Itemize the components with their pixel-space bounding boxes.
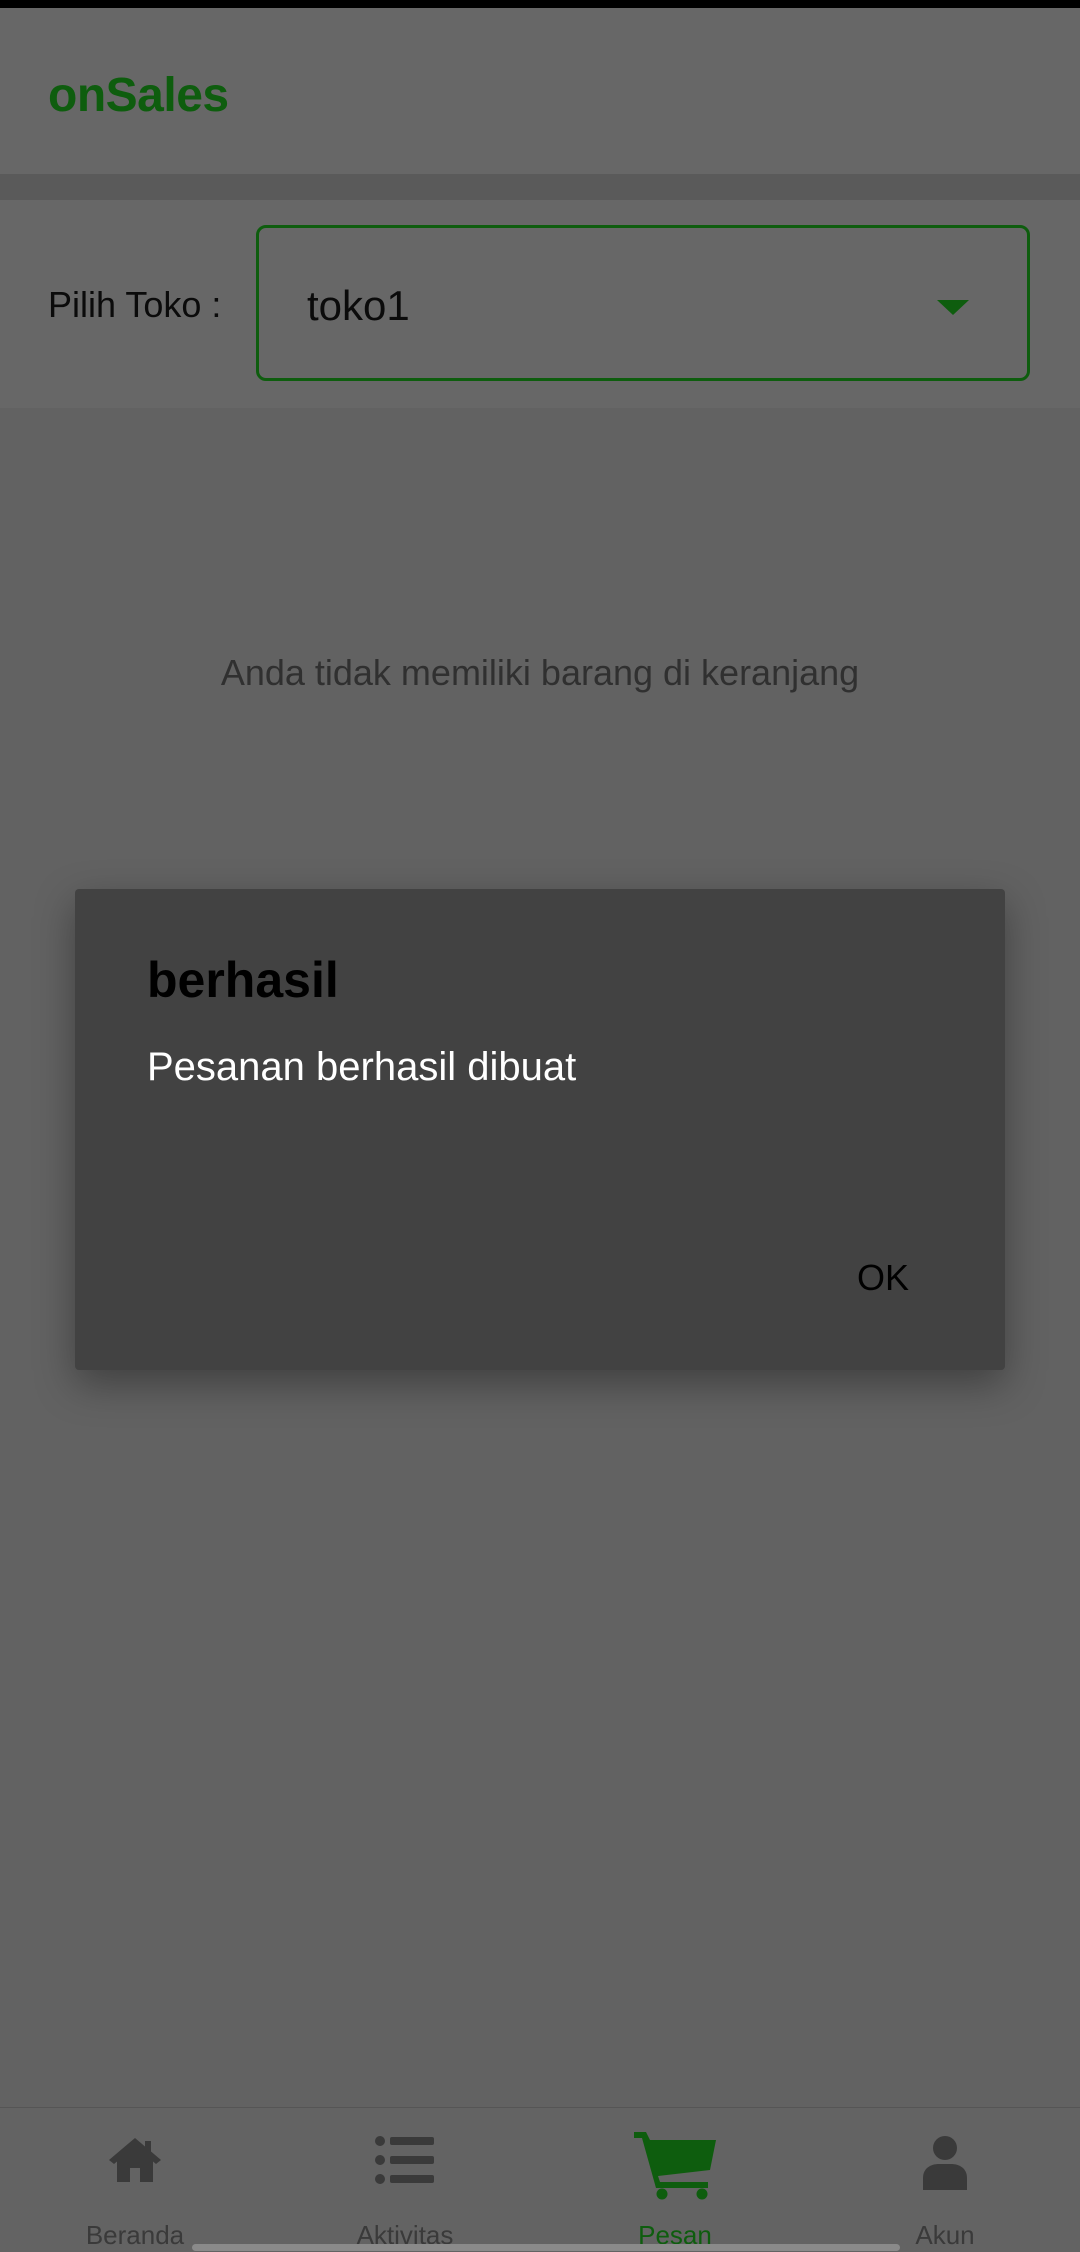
home-icon	[107, 2134, 163, 2191]
nav-item-akun[interactable]: Akun	[810, 2108, 1080, 2252]
app-header: onSales	[0, 8, 1080, 174]
dropdown-arrow-icon	[937, 300, 969, 315]
store-picker-row: Pilih Toko : toko1	[0, 200, 1080, 408]
store-select-value: toko1	[307, 282, 410, 329]
dialog-ok-button[interactable]: OK	[857, 1257, 909, 1299]
list-icon	[374, 2134, 436, 2191]
store-select-dropdown[interactable]: toko1	[256, 225, 1030, 381]
nav-item-beranda[interactable]: Beranda	[0, 2108, 270, 2252]
success-dialog: berhasil Pesanan berhasil dibuat OK	[75, 889, 1005, 1370]
header-divider	[0, 174, 1080, 200]
empty-cart-message: Anda tidak memiliki barang di keranjang	[220, 652, 860, 693]
nav-item-aktivitas[interactable]: Aktivitas	[270, 2108, 540, 2252]
cart-icon	[632, 2128, 718, 2205]
store-picker-label: Pilih Toko :	[48, 284, 222, 325]
dialog-message: Pesanan berhasil dibuat	[147, 1045, 577, 1089]
app-title: onSales	[48, 69, 229, 122]
nav-item-pesan[interactable]: Pesan	[540, 2108, 810, 2252]
status-bar	[0, 0, 1080, 8]
bottom-navigation: Beranda Aktivitas Pesan Akun	[0, 2107, 1080, 2252]
home-indicator	[192, 2244, 900, 2251]
user-icon	[921, 2134, 969, 2195]
dialog-title: berhasil	[147, 952, 339, 1008]
